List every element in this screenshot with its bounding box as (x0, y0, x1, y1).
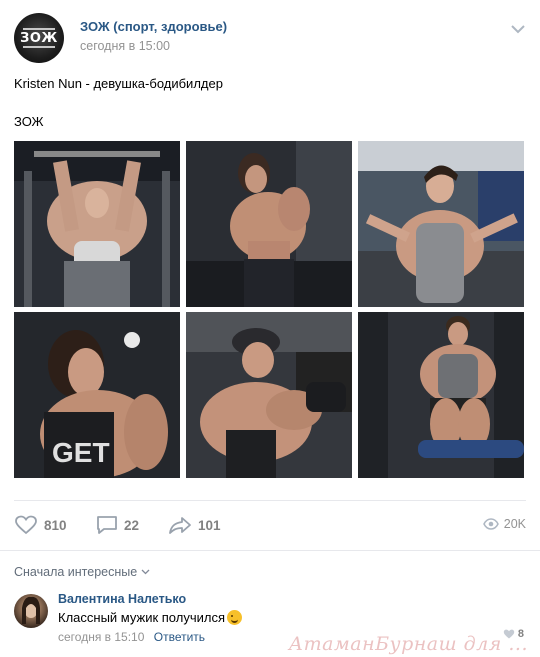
chevron-down-icon (141, 569, 150, 575)
photo-gym-cap-biceps[interactable] (186, 312, 352, 478)
like-button[interactable]: 810 (14, 515, 67, 535)
photo-gym-leg-machine[interactable] (358, 312, 524, 478)
comment-count: 22 (124, 517, 140, 533)
comments-sort-dropdown[interactable]: Сначала интересные (14, 565, 150, 579)
heart-icon (15, 515, 37, 535)
group-avatar[interactable]: ЗОЖ (14, 13, 64, 63)
avatar-text: ЗОЖ (20, 30, 58, 46)
post-text-title: Kristen Nun - девушка-бодибилдер (14, 76, 223, 91)
reply-button[interactable]: Ответить (154, 630, 205, 644)
avatar-bar-icon (23, 28, 55, 30)
post-actions: 810 22 101 20K (14, 500, 526, 550)
photo-gym-side-pose[interactable] (186, 141, 352, 307)
share-button[interactable]: 101 (168, 515, 221, 535)
comment-button[interactable]: 22 (96, 515, 139, 535)
post-header: ЗОЖ ЗОЖ (спорт, здоровье) сегодня в 15:0… (14, 13, 526, 63)
divider (0, 550, 540, 551)
avatar[interactable] (14, 594, 48, 628)
views-counter: 20K (482, 517, 526, 531)
avatar-bar-icon (23, 46, 55, 48)
group-name-link[interactable]: ЗОЖ (спорт, здоровье) (80, 19, 227, 34)
comment-time[interactable]: сегодня в 15:10 (58, 630, 144, 644)
photo-gym-closeup[interactable]: GET (14, 312, 180, 478)
comment-author-link[interactable]: Валентина Налетько (58, 592, 186, 606)
comment-text-content: Классный мужик получился (58, 610, 226, 625)
share-count: 101 (198, 517, 221, 533)
comment-icon (97, 516, 117, 534)
eye-icon (482, 518, 499, 530)
svg-text:GET: GET (52, 437, 110, 468)
comment-meta: сегодня в 15:10 Ответить (58, 630, 205, 644)
photo-gym-smiling[interactable] (358, 141, 524, 307)
post-text-tag: ЗОЖ (14, 114, 44, 129)
share-icon (169, 517, 191, 534)
smile-emoji-icon (227, 610, 243, 625)
views-count: 20K (503, 517, 526, 531)
comment-text: Классный мужик получился (58, 610, 243, 625)
post-card: ЗОЖ ЗОЖ (спорт, здоровье) сегодня в 15:0… (0, 0, 540, 657)
photo-gym-arms-up[interactable] (14, 141, 180, 307)
photo-grid: GET (14, 141, 524, 478)
post-time[interactable]: сегодня в 15:00 (80, 39, 170, 53)
sort-label: Сначала интересные (14, 565, 138, 579)
watermark: АтаманБурнаш для ... (288, 633, 528, 655)
chevron-down-icon[interactable] (510, 23, 526, 35)
like-count: 810 (44, 517, 67, 533)
